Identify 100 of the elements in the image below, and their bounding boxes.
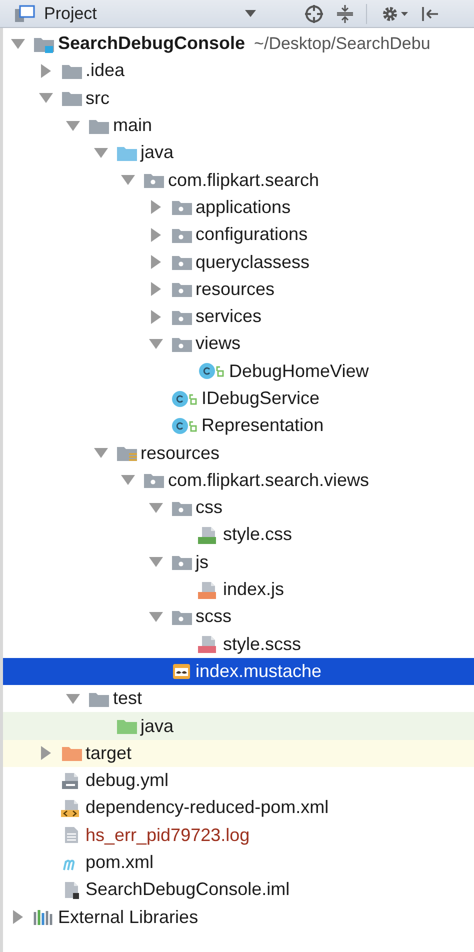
tree-row[interactable]: scss [3,603,474,631]
tree-row[interactable]: index.js [3,576,474,604]
item-label: External Libraries [58,906,198,929]
tree-row[interactable]: css [3,494,474,522]
item-label: hs_err_pid79723.log [86,824,250,847]
libraries-icon [33,908,55,926]
tree-row[interactable]: views [3,330,474,358]
item-label: debug.yml [86,769,169,792]
expand-arrow-icon[interactable] [38,64,52,78]
collapse-arrow-icon[interactable] [148,610,162,624]
collapse-arrow-icon[interactable] [38,91,52,106]
tree-row[interactable]: debug.yml [3,767,474,794]
collapse-arrow-icon[interactable] [148,500,162,515]
item-label: index.js [223,578,284,602]
item-label: main [113,114,152,138]
item-label: style.scss [223,632,302,656]
item-label: SearchDebugConsole [58,32,246,56]
tree-row[interactable]: resources [3,276,474,303]
item-label: test [113,687,142,710]
item-label: dependency-reduced-pom.xml [86,796,329,820]
tree-row[interactable]: .idea [3,57,474,85]
tree-row[interactable]: index.mustache [3,658,474,686]
item-label: index.mustache [196,660,322,683]
expand-arrow-icon[interactable] [38,746,52,760]
tree-row[interactable]: java [3,712,474,740]
tree-row[interactable]: java [3,139,474,166]
tree-row[interactable]: Representation [3,412,474,440]
mustache-file-icon [170,662,192,680]
collapse-arrow-icon[interactable] [94,446,108,460]
collapse-arrow-icon[interactable] [148,555,162,570]
item-label: scss [196,605,232,628]
tree-row[interactable]: hs_err_pid79723.log [3,822,474,849]
tree-row[interactable]: dependency-reduced-pom.xml [3,794,474,822]
tree-row[interactable]: test [3,685,474,712]
expand-arrow-icon[interactable] [148,228,162,242]
tree-row[interactable]: SearchDebugConsole.iml [3,876,474,904]
item-label: applications [196,196,291,219]
package-folder-icon [170,253,192,272]
hide-panel-icon[interactable] [420,4,439,22]
tree-row[interactable]: main [3,112,474,140]
tree-row[interactable]: services [3,302,474,330]
tree-row[interactable]: com.flipkart.search.views [3,466,474,494]
collapse-arrow-icon[interactable] [66,692,80,706]
collapse-arrow-icon[interactable] [121,173,135,188]
item-label: style.css [223,523,292,546]
package-folder-icon [170,198,192,216]
item-label: java [140,141,174,164]
folder-icon [60,89,82,108]
tree-row[interactable]: style.css [3,521,474,549]
item-label: Representation [202,414,324,438]
item-label: services [196,305,262,328]
item-label: queryclassess [196,250,310,274]
collapse-all-icon[interactable] [336,4,354,24]
collapse-arrow-icon[interactable] [94,146,108,160]
expand-arrow-icon[interactable] [148,255,162,270]
tree-row[interactable]: pom.xml [3,848,474,876]
tree-row[interactable]: resources [3,439,474,467]
class-icon [170,390,198,408]
dropdown-caret-icon[interactable] [244,10,256,18]
tree-row[interactable]: External Libraries [3,904,474,931]
tree-row[interactable]: js [3,548,474,576]
item-label: IDebugService [202,387,320,410]
expand-arrow-icon[interactable] [11,910,25,924]
tree-row[interactable]: target [3,740,474,768]
class-icon [170,416,198,435]
item-label: views [196,332,241,356]
package-folder-icon [170,553,192,572]
tree-row[interactable]: src [3,84,474,112]
tree-row[interactable]: queryclassess [3,248,474,276]
collapse-arrow-icon[interactable] [121,473,135,488]
tree-row[interactable]: style.scss [3,630,474,658]
folder-icon [116,444,138,462]
locate-icon[interactable] [304,4,324,24]
project-view-icon [14,4,36,22]
tree-row[interactable]: com.flipkart.search [3,166,474,194]
panel-title: Project [44,2,97,25]
expand-arrow-icon[interactable] [148,200,162,214]
item-label: resources [196,278,275,301]
tree-row[interactable]: configurations [3,221,474,248]
item-label: configurations [196,223,308,246]
tree-row[interactable]: DebugHomeView [3,358,474,385]
package-folder-icon [143,171,165,190]
tree-row[interactable]: IDebugService [3,384,474,412]
item-label: src [86,86,110,110]
item-label: SearchDebugConsole.iml [86,878,290,902]
folder-icon [116,717,138,736]
collapse-arrow-icon[interactable] [66,118,80,133]
module-path: ~/Desktop/SearchDebu [254,32,430,55]
folder-icon [60,744,82,762]
item-label: css [196,496,222,520]
tree-row[interactable]: SearchDebugConsole ~/Desktop/SearchDebu [3,30,474,58]
collapse-arrow-icon[interactable] [148,336,162,351]
expand-arrow-icon[interactable] [148,282,162,296]
item-label: DebugHomeView [229,360,369,383]
tree-row[interactable]: applications [3,194,474,222]
expand-arrow-icon[interactable] [148,310,162,324]
collapse-arrow-icon[interactable] [11,36,25,51]
item-label: com.flipkart.search.views [168,468,370,492]
item-label: js [196,550,208,574]
item-label: pom.xml [86,851,154,874]
